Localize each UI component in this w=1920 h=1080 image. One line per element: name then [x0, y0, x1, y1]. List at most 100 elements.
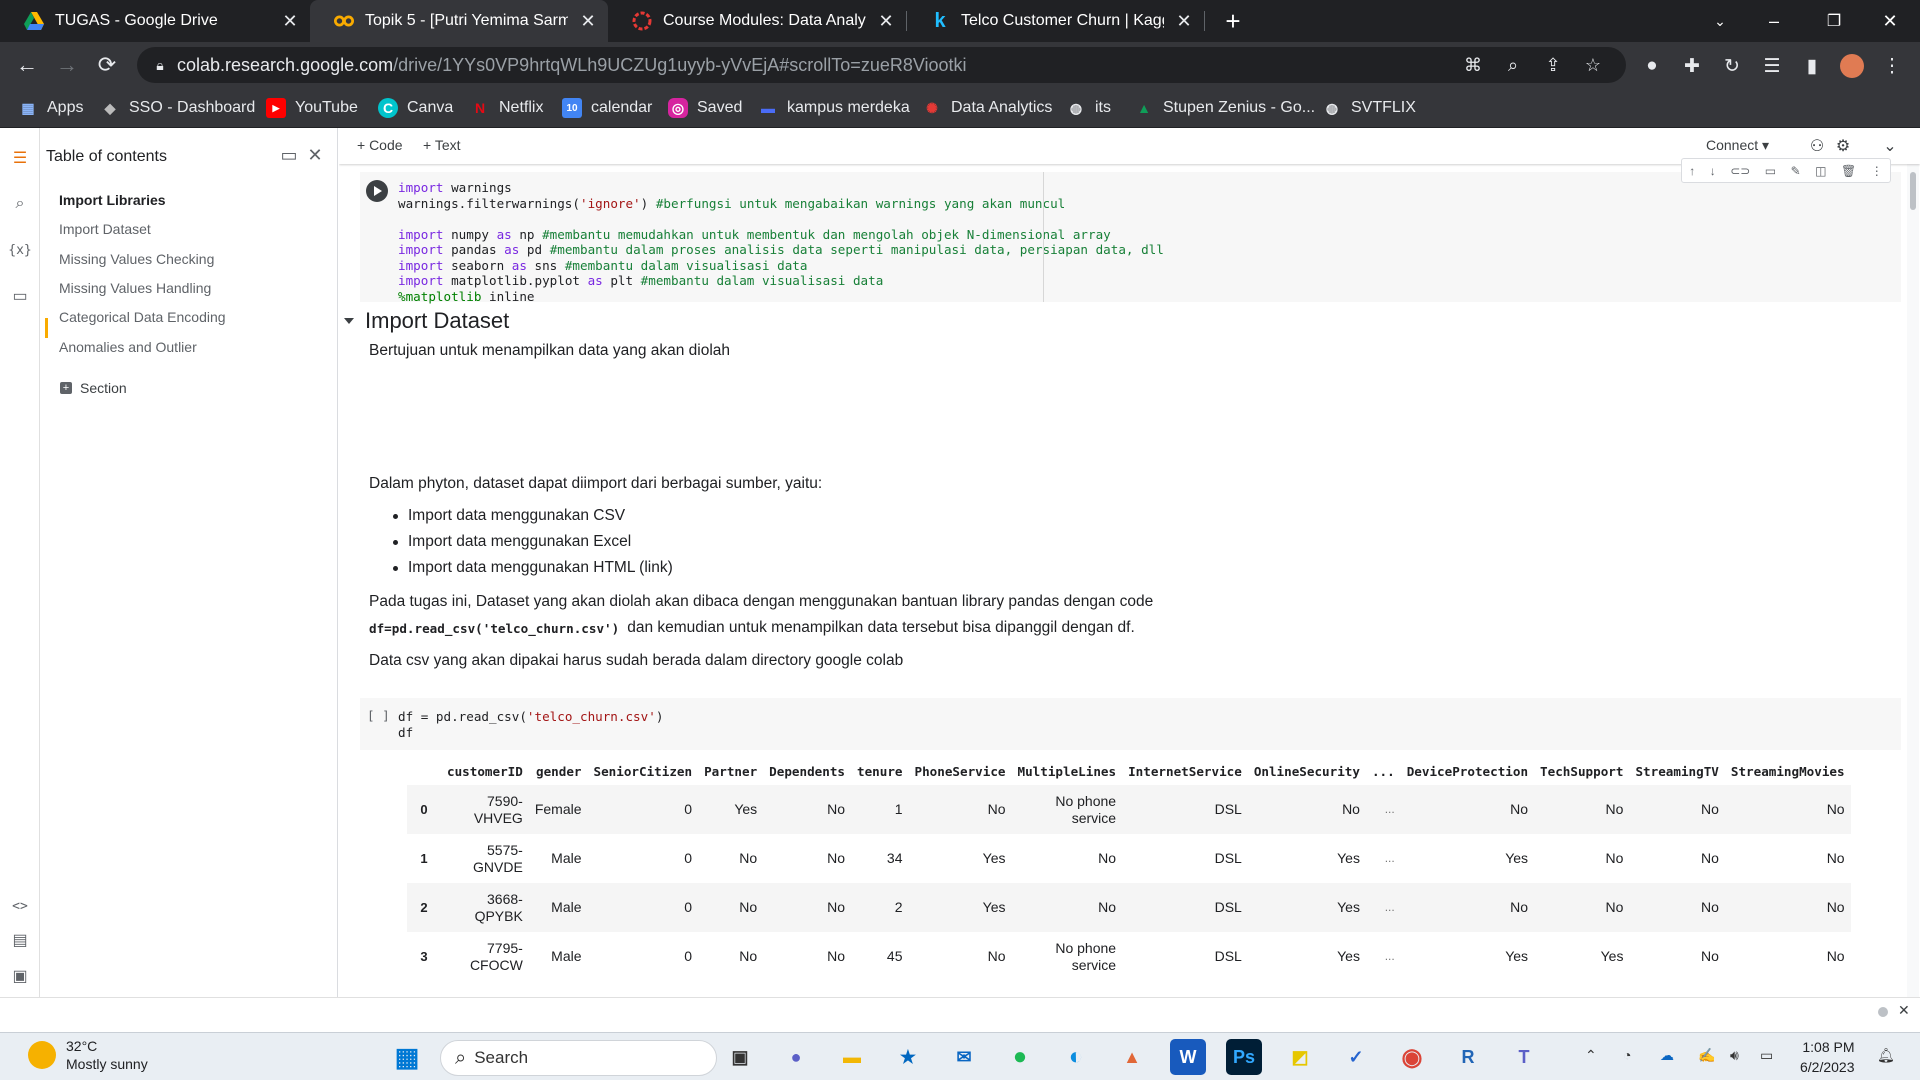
battery-icon[interactable]: ▭ [1760, 1047, 1773, 1064]
delete-icon[interactable]: 🗑︎ [1841, 164, 1856, 178]
bookmark-sso[interactable]: ◆ SSO - Dashboard [100, 96, 256, 120]
bookmark-its[interactable]: ◍ its [1066, 96, 1111, 120]
execution-count[interactable]: [ ] [367, 708, 390, 723]
task-view-icon[interactable]: ▣ [722, 1039, 758, 1075]
notebook-scrollbar[interactable] [1907, 164, 1919, 997]
edit-icon[interactable]: ✎ [1791, 164, 1801, 178]
edge-icon[interactable]: ◐ [1058, 1039, 1094, 1075]
spotify-icon[interactable]: ● [1002, 1039, 1038, 1075]
onedrive-icon[interactable]: ☁ [1660, 1047, 1674, 1064]
bookmark-stupen-zenius[interactable]: ▲ Stupen Zenius - Go... [1134, 96, 1315, 120]
avatar[interactable] [1840, 54, 1864, 78]
chat-icon[interactable]: ● [778, 1039, 814, 1075]
system-clock[interactable]: 1:08 PM 6/2/2023 [1800, 1037, 1855, 1077]
network-icon[interactable]: ◔ [1623, 1047, 1631, 1063]
toc-item-missing-values-handling[interactable]: Missing Values Handling [59, 280, 211, 296]
tab-search-icon[interactable]: ⌄ [1690, 0, 1750, 42]
close-window-button[interactable]: ✕ [1860, 0, 1920, 42]
chevron-down-icon[interactable]: ⌄ [1879, 135, 1901, 157]
chrome-icon[interactable]: ◉ [1394, 1039, 1430, 1075]
mail-icon[interactable]: ✉ [946, 1039, 982, 1075]
r-icon[interactable]: R [1450, 1039, 1486, 1075]
forward-button[interactable]: → [52, 50, 82, 80]
reload-button[interactable]: ⟳ [92, 50, 122, 80]
bookmark-netflix[interactable]: N Netflix [470, 96, 544, 120]
tab-kaggle[interactable]: k Telco Customer Churn | Kaggle ✕ [906, 0, 1204, 42]
settings-icon[interactable]: ⚙ [1832, 135, 1854, 157]
menu-icon[interactable]: ⋮ [1880, 54, 1904, 78]
tab-colab[interactable]: Topik 5 - [Putri Yemima Sarmaida ✕ [310, 0, 608, 42]
toc-item-import-libraries[interactable]: Import Libraries [59, 192, 166, 208]
pen-icon[interactable]: ✍ [1698, 1047, 1715, 1064]
toc-item-categorical-data-encoding[interactable]: Categorical Data Encoding [59, 309, 226, 325]
side-panel-icon[interactable]: ▮ [1800, 54, 1824, 78]
collapse-caret-icon[interactable] [344, 318, 354, 324]
search-icon[interactable]: ⌕ [8, 192, 32, 216]
photoshop-icon[interactable]: Ps [1226, 1039, 1262, 1075]
more-icon[interactable]: ⋮ [1871, 164, 1883, 178]
terminal-icon[interactable]: ▣ [8, 964, 32, 988]
folder-icon[interactable]: ▭ [8, 284, 32, 308]
code-editor[interactable]: df = pd.read_csv('telco_churn.csv') df [398, 709, 663, 740]
sticky-notes-icon[interactable]: ◩ [1282, 1039, 1318, 1075]
close-tab-icon[interactable]: ✕ [874, 9, 898, 33]
sync-icon[interactable]: ↻ [1720, 54, 1744, 78]
tray-overflow-icon[interactable]: ⌃ [1585, 1047, 1597, 1064]
toc-item-anomalies-and-outlier[interactable]: Anomalies and Outlier [59, 339, 197, 355]
taskbar-search[interactable]: ⌕ Search [440, 1040, 717, 1076]
move-down-icon[interactable]: ↓ [1710, 164, 1716, 178]
puzzle-icon[interactable]: ✚ [1680, 54, 1704, 78]
close-tab-icon[interactable]: ✕ [576, 9, 600, 33]
code-cell-read-csv[interactable]: [ ] df = pd.read_csv('telco_churn.csv') … [360, 698, 1901, 750]
close-icon[interactable]: ✕ [302, 142, 328, 168]
address-bar[interactable]: 🔒︎ colab.research.google.com/drive/1YYs0… [137, 47, 1626, 83]
store-icon[interactable]: ★ [890, 1039, 926, 1075]
close-tab-icon[interactable]: ✕ [1172, 9, 1196, 33]
bookmark-star-icon[interactable]: ☆ [1582, 54, 1604, 76]
teams-icon[interactable]: T [1506, 1039, 1542, 1075]
close-icon[interactable]: ✕ [1898, 1002, 1910, 1019]
maximize-button[interactable]: ❐ [1804, 0, 1864, 42]
zoom-icon[interactable]: ⌕ [1502, 54, 1524, 76]
file-explorer-icon[interactable]: ▬ [834, 1039, 870, 1075]
todo-icon[interactable]: ✓ [1338, 1039, 1374, 1075]
extension-icon[interactable]: ● [1640, 54, 1664, 78]
word-icon[interactable]: W [1170, 1039, 1206, 1075]
notifications-icon[interactable]: 🔔︎ [1877, 1047, 1895, 1064]
tab-course-modules[interactable]: Course Modules: Data Analytics ✕ [608, 0, 906, 42]
bookmark-kampus-merdeka[interactable]: ▬ kampus merdeka [758, 96, 910, 120]
open-in-tab-icon[interactable]: ▭ [276, 142, 302, 168]
link-icon[interactable]: ⊂⊃ [1730, 164, 1750, 178]
windows-start-icon[interactable]: ▦ [389, 1039, 425, 1075]
bookmark-data-analytics[interactable]: ✺ Data Analytics [922, 96, 1052, 120]
volume-icon[interactable]: 🔊︎ [1730, 1047, 1739, 1064]
new-tab-button[interactable]: + [1219, 6, 1247, 36]
bookmark-svtflix[interactable]: ◍ SVTFLIX [1322, 96, 1416, 120]
bookmark-canva[interactable]: C Canva [378, 96, 453, 120]
bookmark-apps[interactable]: ▦ Apps [18, 96, 83, 120]
variables-icon[interactable]: {x} [8, 238, 32, 262]
add-text-button[interactable]: + Text [423, 137, 461, 153]
command-palette-icon[interactable]: ▤ [8, 928, 32, 952]
share-icon[interactable]: ⇪ [1542, 54, 1564, 76]
weather-widget[interactable]: 32°C Mostly sunny [28, 1037, 148, 1073]
share-people-icon[interactable]: ⚇ [1806, 135, 1828, 157]
scrollbar-thumb[interactable] [1910, 172, 1916, 210]
toc-item-missing-values-checking[interactable]: Missing Values Checking [59, 251, 214, 267]
add-section-button[interactable]: + Section [60, 380, 127, 396]
lock-icon[interactable]: 🔒︎ [149, 54, 171, 76]
comment-icon[interactable]: ▭ [1765, 164, 1776, 178]
move-up-icon[interactable]: ↑ [1689, 164, 1695, 178]
tab-google-drive[interactable]: TUGAS - Google Drive ✕ [0, 0, 310, 42]
back-button[interactable]: ← [12, 50, 42, 80]
code-editor[interactable]: import warnings warnings.filterwarnings(… [398, 180, 1164, 304]
add-code-button[interactable]: + Code [357, 137, 403, 153]
bookmark-saved[interactable]: ◎ Saved [668, 96, 742, 120]
minimize-button[interactable]: – [1744, 0, 1804, 42]
bookmark-youtube[interactable]: ▶ YouTube [266, 96, 358, 120]
toc-item-import-dataset[interactable]: Import Dataset [59, 221, 151, 237]
code-snippets-icon[interactable]: <> [8, 894, 32, 918]
run-cell-button[interactable] [366, 180, 388, 202]
toc-icon[interactable]: ☰ [8, 146, 32, 170]
reading-list-icon[interactable]: ☰ [1760, 54, 1784, 78]
